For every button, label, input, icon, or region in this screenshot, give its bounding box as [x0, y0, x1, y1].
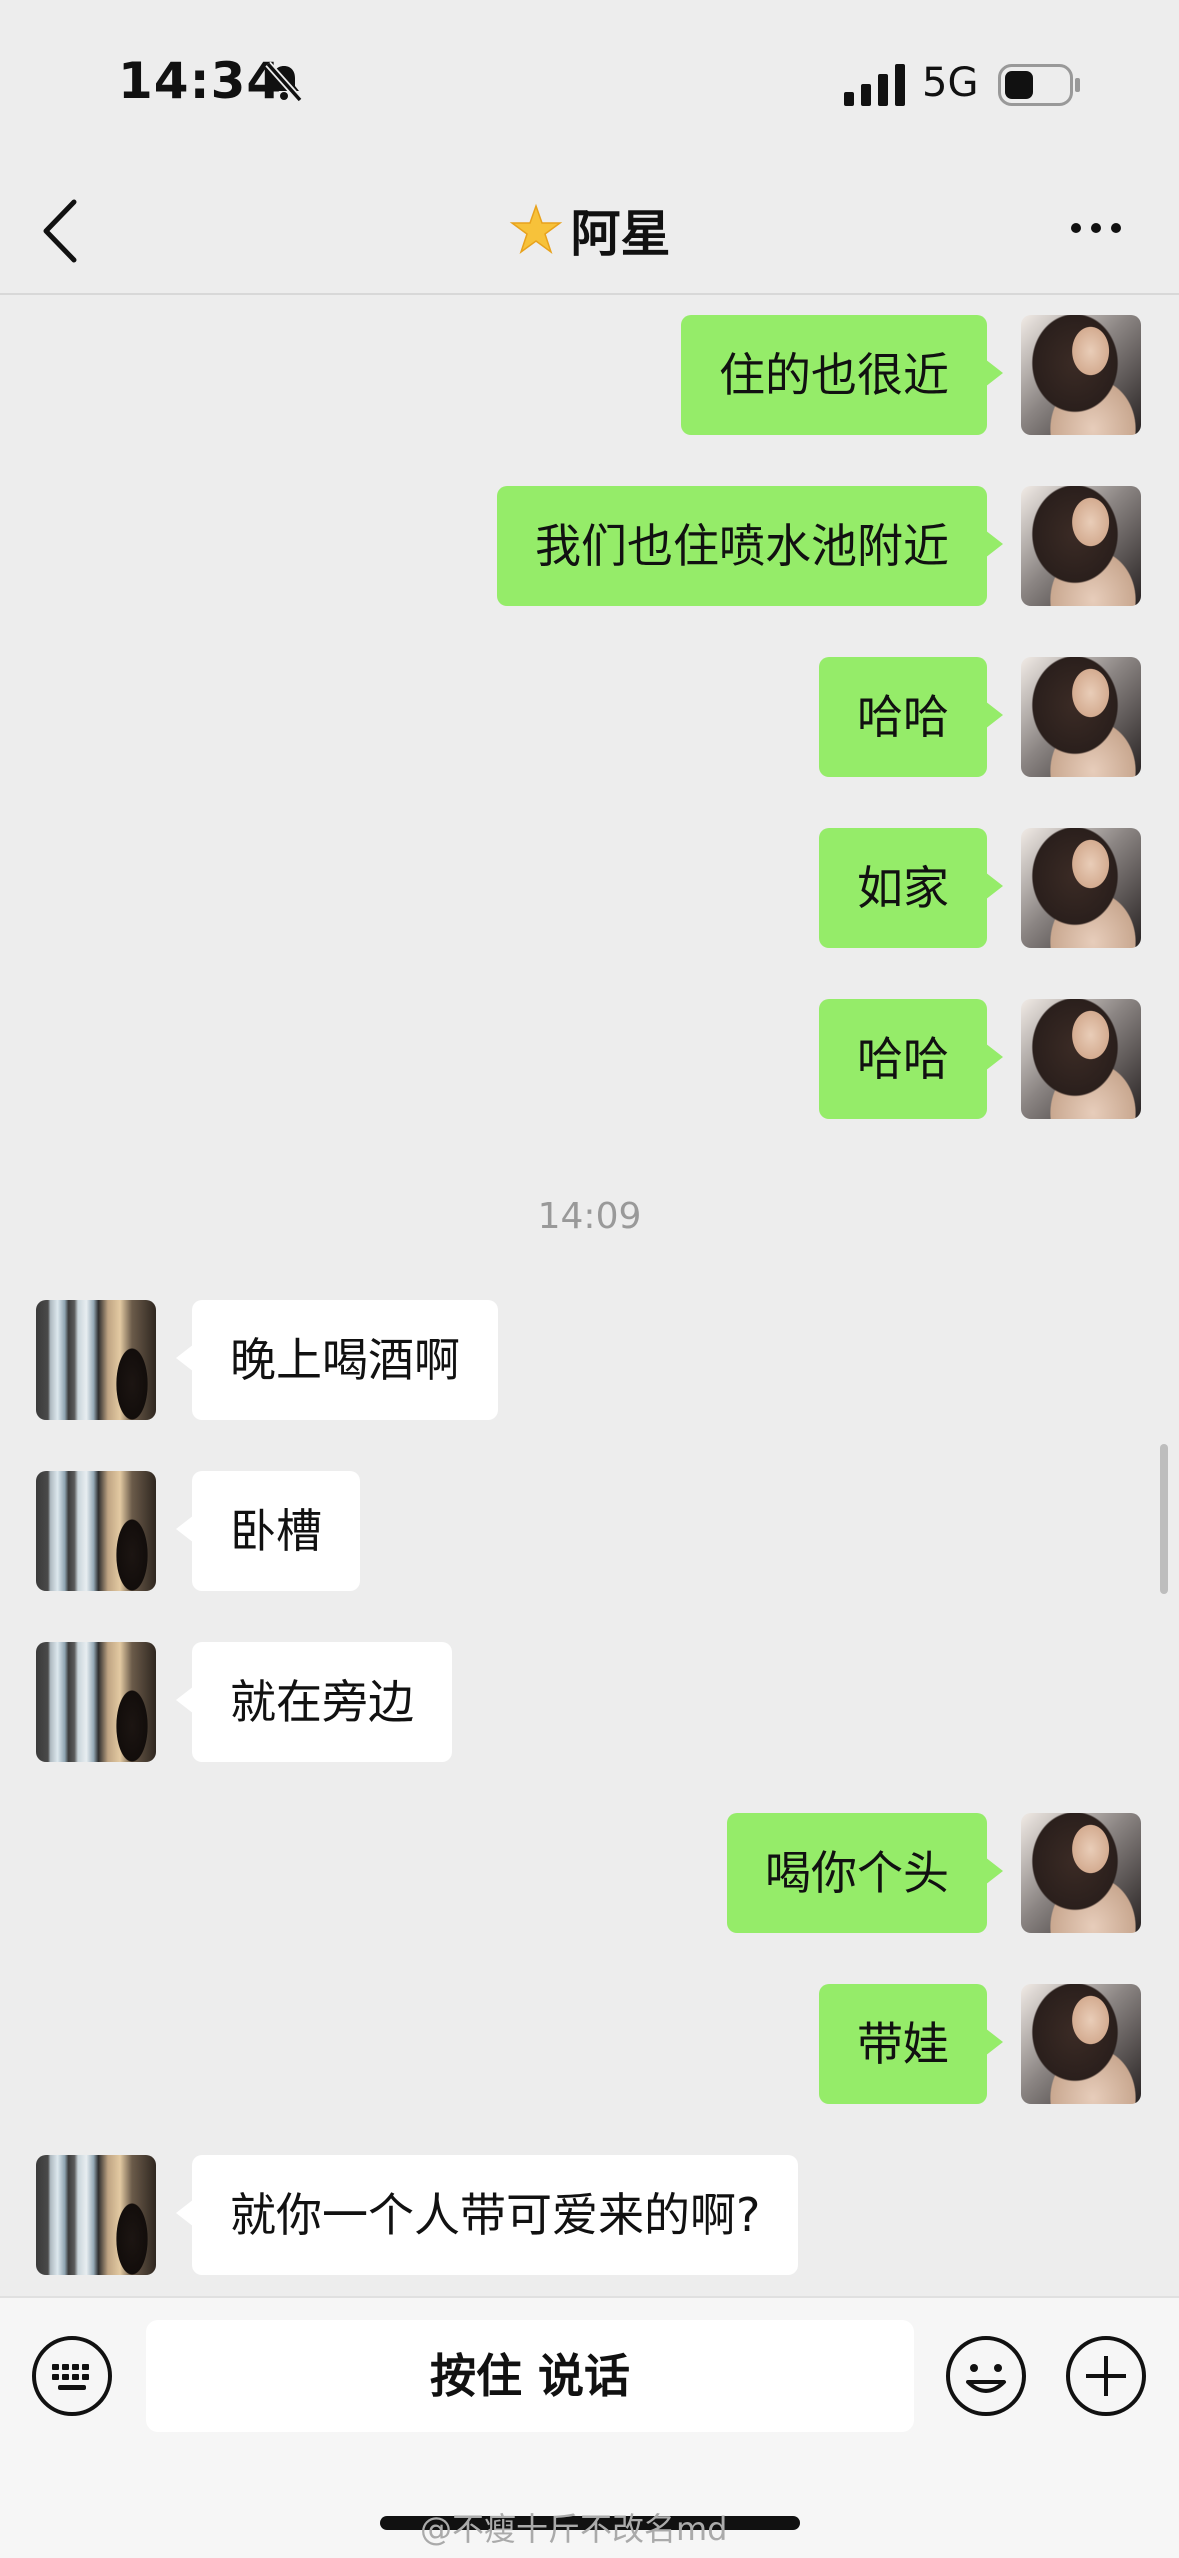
- sent-bubble[interactable]: 如家: [819, 828, 1003, 948]
- scrollbar-thumb[interactable]: [1160, 1444, 1168, 1594]
- more-icon[interactable]: [1068, 220, 1124, 236]
- status-bar: 14:34 5G: [0, 0, 1179, 170]
- friend-avatar[interactable]: [36, 1300, 156, 1420]
- message-row: 住的也很近: [0, 315, 1179, 435]
- chat-title-text: 阿星: [570, 205, 671, 263]
- sent-bubble[interactable]: 喝你个头: [727, 1813, 1003, 1933]
- message-row: 就在旁边: [0, 1642, 1179, 1762]
- my-avatar[interactable]: [1021, 657, 1141, 777]
- battery-icon: [998, 64, 1080, 106]
- sent-bubble[interactable]: 哈哈: [819, 657, 1003, 777]
- message-row: 哈哈: [0, 657, 1179, 777]
- my-avatar[interactable]: [1021, 486, 1141, 606]
- received-bubble[interactable]: 卧槽: [176, 1471, 360, 1591]
- friend-avatar[interactable]: [36, 1471, 156, 1591]
- hold-to-talk-button[interactable]: 按住 说话: [146, 2320, 914, 2432]
- message-row: 喝你个头: [0, 1813, 1179, 1933]
- keyboard-icon[interactable]: [30, 2334, 114, 2418]
- sent-bubble[interactable]: 住的也很近: [681, 315, 1003, 435]
- chat-title: 阿星: [0, 194, 1179, 266]
- sent-bubble[interactable]: 哈哈: [819, 999, 1003, 1119]
- network-label: 5G: [922, 60, 979, 106]
- message-timestamp: 14:09: [537, 1196, 642, 1237]
- bell-slash-icon: [265, 61, 303, 103]
- chat-header: 阿星: [0, 170, 1179, 294]
- message-row: 带娃: [0, 1984, 1179, 2104]
- message-row: 卧槽: [0, 1471, 1179, 1591]
- message-row: 如家: [0, 828, 1179, 948]
- sent-bubble[interactable]: 我们也住喷水池附近: [497, 486, 1003, 606]
- emoji-icon[interactable]: [944, 2334, 1028, 2418]
- received-bubble[interactable]: 就在旁边: [176, 1642, 452, 1762]
- watermark: @不瘦十斤不改名md: [420, 2510, 728, 2548]
- friend-avatar[interactable]: [36, 1642, 156, 1762]
- my-avatar[interactable]: [1021, 315, 1141, 435]
- message-row: 哈哈: [0, 999, 1179, 1119]
- received-bubble[interactable]: 就你一个人带可爱来的啊?: [175, 2155, 799, 2275]
- friend-avatar[interactable]: [36, 2155, 156, 2275]
- star-icon: [509, 203, 562, 254]
- signal-icon: [844, 64, 905, 106]
- my-avatar[interactable]: [1021, 828, 1141, 948]
- message-row: 晚上喝酒啊: [0, 1300, 1179, 1420]
- status-time: 14:34: [118, 52, 283, 110]
- my-avatar[interactable]: [1021, 1984, 1141, 2104]
- received-bubble[interactable]: 晚上喝酒啊: [176, 1300, 498, 1420]
- header-divider: [0, 293, 1179, 295]
- input-bar: 按住 说话 @不瘦十斤不改名md: [0, 2296, 1179, 2558]
- plus-icon[interactable]: [1064, 2334, 1148, 2418]
- message-row: 我们也住喷水池附近: [0, 486, 1179, 606]
- my-avatar[interactable]: [1021, 999, 1141, 1119]
- sent-bubble[interactable]: 带娃: [819, 1984, 1003, 2104]
- my-avatar[interactable]: [1021, 1813, 1141, 1933]
- message-row: 就你一个人带可爱来的啊?: [0, 2155, 1179, 2275]
